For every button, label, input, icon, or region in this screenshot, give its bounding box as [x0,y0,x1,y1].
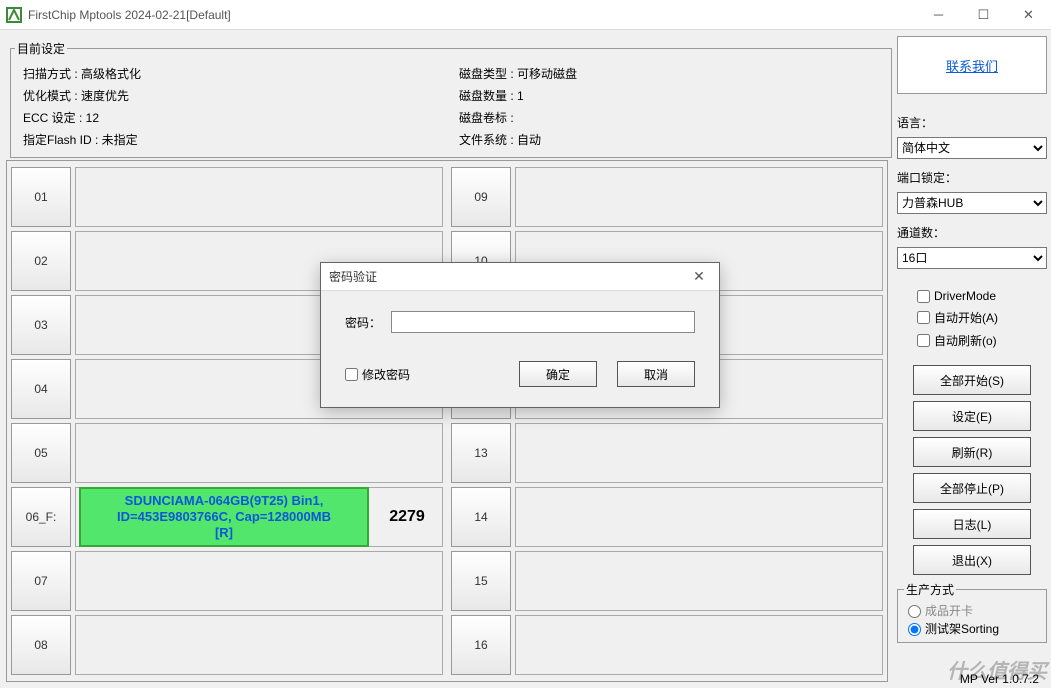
port-info [515,487,883,547]
settings-button[interactable]: 设定(E) [913,401,1031,431]
port-info [75,551,443,611]
production-mode-group: 生产方式 成品开卡 测试架Sorting [897,581,1047,643]
ecc-label: ECC 设定 : 12 [23,107,443,129]
production-legend: 生产方式 [904,581,956,598]
titlebar: FirstChip Mptools 2024-02-21[Default] ─ … [0,0,1051,30]
port-button[interactable]: 13 [451,423,511,483]
driver-mode-checkbox[interactable]: DriverMode [897,289,1047,303]
language-select[interactable]: 简体中文 [897,137,1047,159]
port-info [515,167,883,227]
port-lock-select[interactable]: 力普森HUB [897,192,1047,214]
port-button[interactable]: 04 [11,359,71,419]
start-all-button[interactable]: 全部开始(S) [913,365,1031,395]
version-label: MP Ver 1.0.7.2 [960,672,1039,686]
port-lock-label: 端口锁定： [897,169,1047,186]
port-row: 06_F:SDUNCIAMA-064GB(9T25) Bin1,ID=453E9… [11,487,443,547]
app-icon [6,7,22,23]
maximize-button[interactable]: ☐ [961,0,1006,30]
port-row: 07 [11,551,443,611]
window-title: FirstChip Mptools 2024-02-21[Default] [28,8,916,22]
current-settings-group: 目前设定 扫描方式 : 高级格式化 优化模式 : 速度优先 ECC 设定 : 1… [10,40,892,158]
channel-count-select[interactable]: 16口 [897,247,1047,269]
port-button[interactable]: 16 [451,615,511,675]
filesystem-label: 文件系统 : 自动 [459,129,879,151]
ok-button[interactable]: 确定 [519,361,597,387]
auto-refresh-checkbox[interactable]: 自动刷新(o) [897,332,1047,349]
port-row: 09 [451,167,883,227]
log-button[interactable]: 日志(L) [913,509,1031,539]
port-info [515,551,883,611]
exit-button[interactable]: 退出(X) [913,545,1031,575]
dialog-close-button[interactable]: ✕ [679,268,719,285]
ports-panel: 010203040506_F:SDUNCIAMA-064GB(9T25) Bin… [6,160,888,682]
port-button[interactable]: 09 [451,167,511,227]
radio-test-sorting[interactable]: 测试架Sorting [904,620,1040,638]
port-button[interactable]: 03 [11,295,71,355]
port-row: 15 [451,551,883,611]
port-row: 01 [11,167,443,227]
scan-mode-label: 扫描方式 : 高级格式化 [23,63,443,85]
port-button[interactable]: 05 [11,423,71,483]
port-info [75,615,443,675]
port-button[interactable]: 15 [451,551,511,611]
settings-legend: 目前设定 [15,40,67,57]
contact-us-button[interactable]: 联系我们 [897,36,1047,94]
port-button[interactable]: 14 [451,487,511,547]
password-label: 密码： [345,314,381,331]
radio-finished-product[interactable]: 成品开卡 [904,602,1040,620]
port-button[interactable]: 02 [11,231,71,291]
port-info [75,423,443,483]
optimize-mode-label: 优化模式 : 速度优先 [23,85,443,107]
port-info [75,167,443,227]
password-input[interactable] [391,311,695,333]
port-info: SDUNCIAMA-064GB(9T25) Bin1,ID=453E980376… [75,487,443,547]
port-button[interactable]: 07 [11,551,71,611]
cancel-button[interactable]: 取消 [617,361,695,387]
flash-id-label: 指定Flash ID : 未指定 [23,129,443,151]
auto-start-checkbox[interactable]: 自动开始(A) [897,309,1047,326]
port-button[interactable]: 06_F: [11,487,71,547]
port-button[interactable]: 08 [11,615,71,675]
disk-count-label: 磁盘数量 : 1 [459,85,879,107]
channel-count-label: 通道数： [897,224,1047,241]
port-row: 16 [451,615,883,675]
port-info [515,615,883,675]
refresh-button[interactable]: 刷新(R) [913,437,1031,467]
port-active-card: SDUNCIAMA-064GB(9T25) Bin1,ID=453E980376… [79,487,369,547]
dialog-title: 密码验证 [329,268,377,285]
disk-label-label: 磁盘卷标 : [459,107,879,129]
disk-type-label: 磁盘类型 : 可移动磁盘 [459,63,879,85]
password-dialog: 密码验证 ✕ 密码： 修改密码 确定 取消 [320,262,720,408]
port-row: 14 [451,487,883,547]
port-row: 08 [11,615,443,675]
port-active-number: 2279 [372,508,442,526]
port-row: 13 [451,423,883,483]
port-info [515,423,883,483]
port-button[interactable]: 01 [11,167,71,227]
change-password-checkbox[interactable]: 修改密码 [345,366,410,383]
close-button[interactable]: ✕ [1006,0,1051,30]
language-label: 语言： [897,114,1047,131]
stop-all-button[interactable]: 全部停止(P) [913,473,1031,503]
minimize-button[interactable]: ─ [916,0,961,30]
port-row: 05 [11,423,443,483]
